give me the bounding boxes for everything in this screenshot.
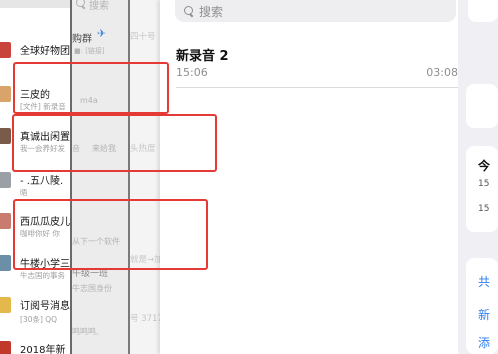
side-card[interactable] <box>468 0 498 22</box>
side-card[interactable] <box>466 84 498 128</box>
side-value: 15 <box>478 204 490 214</box>
chat-title: 四十号 <box>130 32 156 42</box>
chat-list-header <box>0 0 70 8</box>
side-value: 15 <box>478 179 490 189</box>
side-heading: 今 <box>478 159 491 173</box>
chat-list-panel: 全球好物团 三皮的 [文件] 新录音 真诚出闲置 我一会养好发 - .五八陵. … <box>0 0 70 354</box>
chat-preview: 牛志国的事务 <box>20 271 65 280</box>
chat-list-item[interactable]: 2018年新 <box>0 339 70 354</box>
chat-title: 订阅号消息 <box>20 301 70 312</box>
chat-title: - .五八陵. <box>20 176 64 187</box>
avatar <box>0 172 11 188</box>
side-link[interactable]: 共 <box>478 273 490 290</box>
chat-title: 全球好物团 <box>20 46 70 57</box>
avatar <box>0 297 11 313</box>
side-card: 今 15 15 <box>466 146 498 232</box>
chat-title: 2018年新 <box>20 345 66 354</box>
message-preview: 鸣鸣鸣, <box>72 327 99 336</box>
avatar <box>0 86 11 102</box>
avatar <box>0 213 11 229</box>
search-icon <box>76 0 86 8</box>
search-placeholder: 搜索 <box>199 5 224 19</box>
middle-panel: 搜索 购群 ✈ ■: [链接] m4a 音 来给我 从下一个软件 午级一班 牛志… <box>70 0 130 354</box>
back-panel: 四十号 头热度 就是→加 号 37172 <box>128 0 160 354</box>
chat-preview: 晤 <box>20 188 28 197</box>
avatar <box>0 341 11 354</box>
airplane-icon: ✈ <box>97 27 107 40</box>
avatar <box>0 128 11 144</box>
side-link[interactable]: 添 <box>478 334 490 351</box>
annotation-box <box>12 114 217 172</box>
search-label[interactable]: 搜索 <box>89 0 109 12</box>
recording-time: 15:06 <box>176 66 208 79</box>
side-link[interactable]: 新 <box>478 306 490 323</box>
search-input[interactable]: 搜索 <box>175 0 456 22</box>
message-preview: 号 37172 <box>130 314 160 324</box>
annotation-box <box>13 199 208 270</box>
chat-list-item[interactable]: 订阅号消息 [30条] QQ <box>0 295 70 335</box>
group-name: 购群 <box>72 34 92 45</box>
search-icon <box>184 6 194 16</box>
recordings-panel: 搜索 新录音 2 15:06 03:08 <box>160 0 458 354</box>
message-preview: 牛志国身份 <box>72 284 112 293</box>
recording-title: 新录音 2 <box>176 49 229 64</box>
annotation-box <box>13 62 169 114</box>
divider <box>176 87 458 88</box>
avatar <box>0 42 11 58</box>
recording-item[interactable]: 新录音 2 15:06 03:08 <box>160 38 458 88</box>
message-preview: ■: [链接] <box>74 47 105 55</box>
side-card: 共 新 添 <box>466 258 498 354</box>
side-panel: 今 15 15 共 新 添 <box>458 0 498 354</box>
chat-preview: [30条] QQ <box>20 315 58 324</box>
recording-duration: 03:08 <box>426 66 458 79</box>
avatar <box>0 255 11 271</box>
